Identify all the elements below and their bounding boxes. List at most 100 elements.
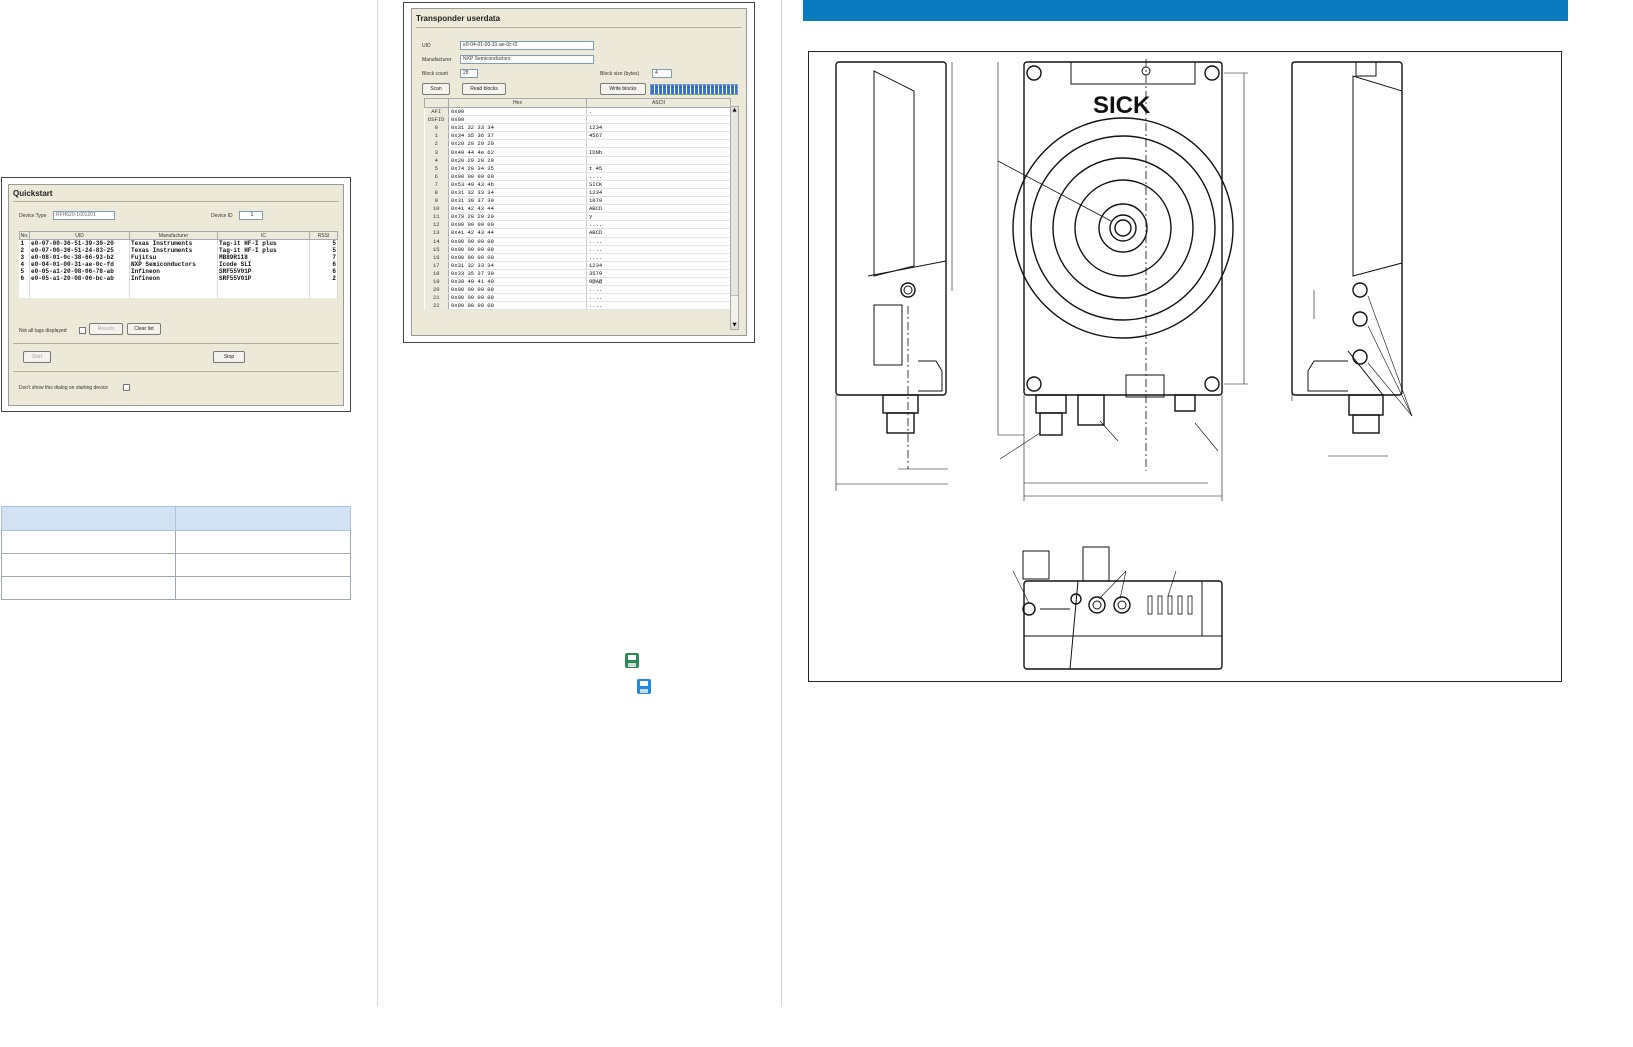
- cell-ascii[interactable]: y: [586, 212, 731, 222]
- cell-ascii[interactable]: ....: [586, 245, 731, 254]
- table-row[interactable]: 9 0x31 30 37 39 1079: [424, 196, 731, 206]
- cell-hex[interactable]: 0x20 20 20 20: [448, 156, 587, 165]
- scroll-down-arrow[interactable]: ▼: [731, 322, 738, 329]
- table-row[interactable]: 2 e0-07-00-36-51-24-83-25 Texas Instrument…: [19, 247, 338, 254]
- cell-ascii[interactable]: [586, 115, 731, 125]
- scroll-thumb[interactable]: [731, 115, 738, 296]
- table-row[interactable]: 5 0x74 20 34 35 t 45: [424, 164, 731, 173]
- device-type-field[interactable]: RFH620-1001201: [53, 211, 115, 220]
- table-row[interactable]: 14 0x00 00 00 00....: [424, 237, 731, 246]
- table-row[interactable]: AFI 0x00.: [424, 107, 731, 117]
- device-id-field[interactable]: 1: [239, 211, 263, 220]
- cell-ascii[interactable]: [586, 156, 731, 165]
- tag-list[interactable]: No. UID Manufacturer IC RSSI 1 e0-07-00-3…: [19, 231, 338, 298]
- cell-hex[interactable]: 0x20 20 20 20: [448, 139, 587, 149]
- cell-ascii[interactable]: IDNb: [586, 147, 731, 157]
- cell-hex[interactable]: 0x00: [448, 107, 587, 117]
- table-row[interactable]: 6 0x00 00 00 00....: [424, 172, 731, 181]
- table-row[interactable]: 12 0x00 00 00 00....: [424, 220, 731, 230]
- userdata-table[interactable]: Hex ASCII AFI 0x00. DSFID 0x00 0 0x31 32 33 3…: [424, 98, 731, 311]
- cell-ascii[interactable]: ....: [586, 301, 731, 311]
- cell-ascii[interactable]: 1234: [586, 188, 731, 198]
- uid-field[interactable]: e0-04-01-00-31-ae-0c-f2: [460, 41, 594, 50]
- col-no[interactable]: No.: [19, 231, 30, 240]
- cell-hex[interactable]: 0x49 44 4e 62: [448, 147, 587, 157]
- cell-ascii[interactable]: 1234: [586, 123, 731, 133]
- table-row[interactable]: 7 0x53 49 43 4b SICK: [424, 180, 731, 189]
- table-row[interactable]: 2 0x20 20 20 20: [424, 139, 731, 149]
- cell-ascii[interactable]: t 45: [586, 164, 731, 173]
- cell-ascii[interactable]: ....: [586, 285, 731, 295]
- cell-hex[interactable]: 0x41 42 43 44: [448, 228, 587, 238]
- cell-ascii[interactable]: ....: [586, 293, 731, 303]
- cell-hex[interactable]: 0x00 00 00 00: [448, 301, 587, 311]
- col-ic[interactable]: IC: [217, 231, 310, 240]
- table-row[interactable]: 1 0x34 35 36 37 4567: [424, 131, 731, 141]
- table-row[interactable]: 11 0x79 20 20 20 y: [424, 212, 731, 222]
- cell-hex[interactable]: 0x00 00 00 00: [448, 253, 587, 262]
- cell-ascii[interactable]: ABCD: [586, 228, 731, 238]
- cell-hex[interactable]: 0x31 32 33 34: [448, 123, 587, 133]
- clear-list-button[interactable]: Clear list: [127, 323, 161, 335]
- cell-hex[interactable]: 0x00 00 00 00: [448, 293, 587, 303]
- table-row[interactable]: 17 0x31 32 33 34 1234: [424, 261, 731, 270]
- table-row[interactable]: 4 0x20 20 20 20: [424, 156, 731, 165]
- cell-hex[interactable]: 0x39 40 41 40: [448, 277, 587, 287]
- block-count-field[interactable]: 28: [460, 69, 478, 78]
- table-row[interactable]: 3 e0-08-01-0c-38-66-93-b2 Fujitsu MB89R118 7: [19, 254, 338, 261]
- table-row[interactable]: DSFID 0x00: [424, 115, 731, 125]
- block-size-field[interactable]: 4: [652, 69, 672, 78]
- cell-ascii[interactable]: 4567: [586, 131, 731, 141]
- cell-ascii[interactable]: ....: [586, 253, 731, 262]
- table-row[interactable]: 15 0x00 00 00 00....: [424, 245, 731, 254]
- cell-ascii[interactable]: ....: [586, 172, 731, 181]
- write-blocks-button[interactable]: Write blocks: [600, 83, 646, 95]
- table-row[interactable]: 22 0x00 00 00 00....: [424, 301, 731, 311]
- scan-button[interactable]: Scan: [422, 83, 450, 95]
- table-row[interactable]: 8 0x31 32 33 34 1234: [424, 188, 731, 198]
- cell-ascii[interactable]: .: [586, 107, 731, 117]
- cell-hex[interactable]: 0x00 00 00 00: [448, 245, 587, 254]
- cell-hex[interactable]: 0x53 49 43 4b: [448, 180, 587, 189]
- cell-hex[interactable]: 0x34 35 36 37: [448, 131, 587, 141]
- start-button[interactable]: Start: [23, 351, 51, 363]
- cell-hex[interactable]: 0x00: [448, 115, 587, 125]
- table-row[interactable]: 3 0x49 44 4e 62 IDNb: [424, 147, 731, 157]
- table-scrollbar[interactable]: ▲ ▼: [730, 106, 739, 330]
- cell-hex[interactable]: 0x33 35 37 39: [448, 269, 587, 278]
- cell-ascii[interactable]: 3579: [586, 269, 731, 278]
- cell-hex[interactable]: 0x00 00 00 00: [448, 220, 587, 230]
- col-rssi[interactable]: RSSI: [309, 231, 338, 240]
- save-as-icon[interactable]: [637, 679, 651, 694]
- table-row[interactable]: 1 e0-07-00-36-51-39-30-20 Texas Instrument…: [19, 239, 338, 247]
- cell-ascii[interactable]: ....: [586, 220, 731, 230]
- cell-ascii[interactable]: 1234: [586, 261, 731, 270]
- stop-button[interactable]: Stop: [213, 351, 245, 363]
- cell-hex[interactable]: 0x74 20 34 35: [448, 164, 587, 173]
- save-icon[interactable]: [625, 653, 639, 668]
- cell-hex[interactable]: 0x31 30 37 39: [448, 196, 587, 206]
- col-ascii[interactable]: ASCII: [586, 98, 731, 108]
- table-row[interactable]: 20 0x00 00 00 00....: [424, 285, 731, 295]
- cell-ascii[interactable]: SICK: [586, 180, 731, 189]
- cell-ascii[interactable]: ABCD: [586, 204, 731, 214]
- cell-hex[interactable]: 0x31 32 33 34: [448, 261, 587, 270]
- manufacturer-field[interactable]: NXP Semiconductors: [460, 55, 594, 64]
- cell-hex[interactable]: 0x41 42 43 44: [448, 204, 587, 214]
- results-button[interactable]: Results: [89, 323, 123, 335]
- table-row[interactable]: 18 0x33 35 37 39 3579: [424, 269, 731, 278]
- col-hex[interactable]: Hex: [448, 98, 587, 108]
- not-all-tags-checkbox[interactable]: [79, 327, 86, 334]
- cell-ascii[interactable]: [586, 139, 731, 149]
- col-manufacturer[interactable]: Manufacturer: [129, 231, 218, 240]
- cell-hex[interactable]: 0x00 00 00 00: [448, 172, 587, 181]
- dont-show-checkbox[interactable]: [123, 384, 130, 391]
- read-blocks-button[interactable]: Read blocks: [462, 83, 506, 95]
- table-row[interactable]: 10 0x41 42 43 44 ABCD: [424, 204, 731, 214]
- table-row[interactable]: 0 0x31 32 33 34 1234: [424, 123, 731, 133]
- cell-hex[interactable]: 0x00 00 00 00: [448, 237, 587, 246]
- table-row[interactable]: 4 e0-04-01-00-31-ae-0c-fd NXP Semiconducto…: [19, 261, 338, 268]
- cell-hex[interactable]: 0x31 32 33 34: [448, 188, 587, 198]
- scroll-up-arrow[interactable]: ▲: [731, 107, 738, 114]
- table-row[interactable]: 21 0x00 00 00 00....: [424, 293, 731, 303]
